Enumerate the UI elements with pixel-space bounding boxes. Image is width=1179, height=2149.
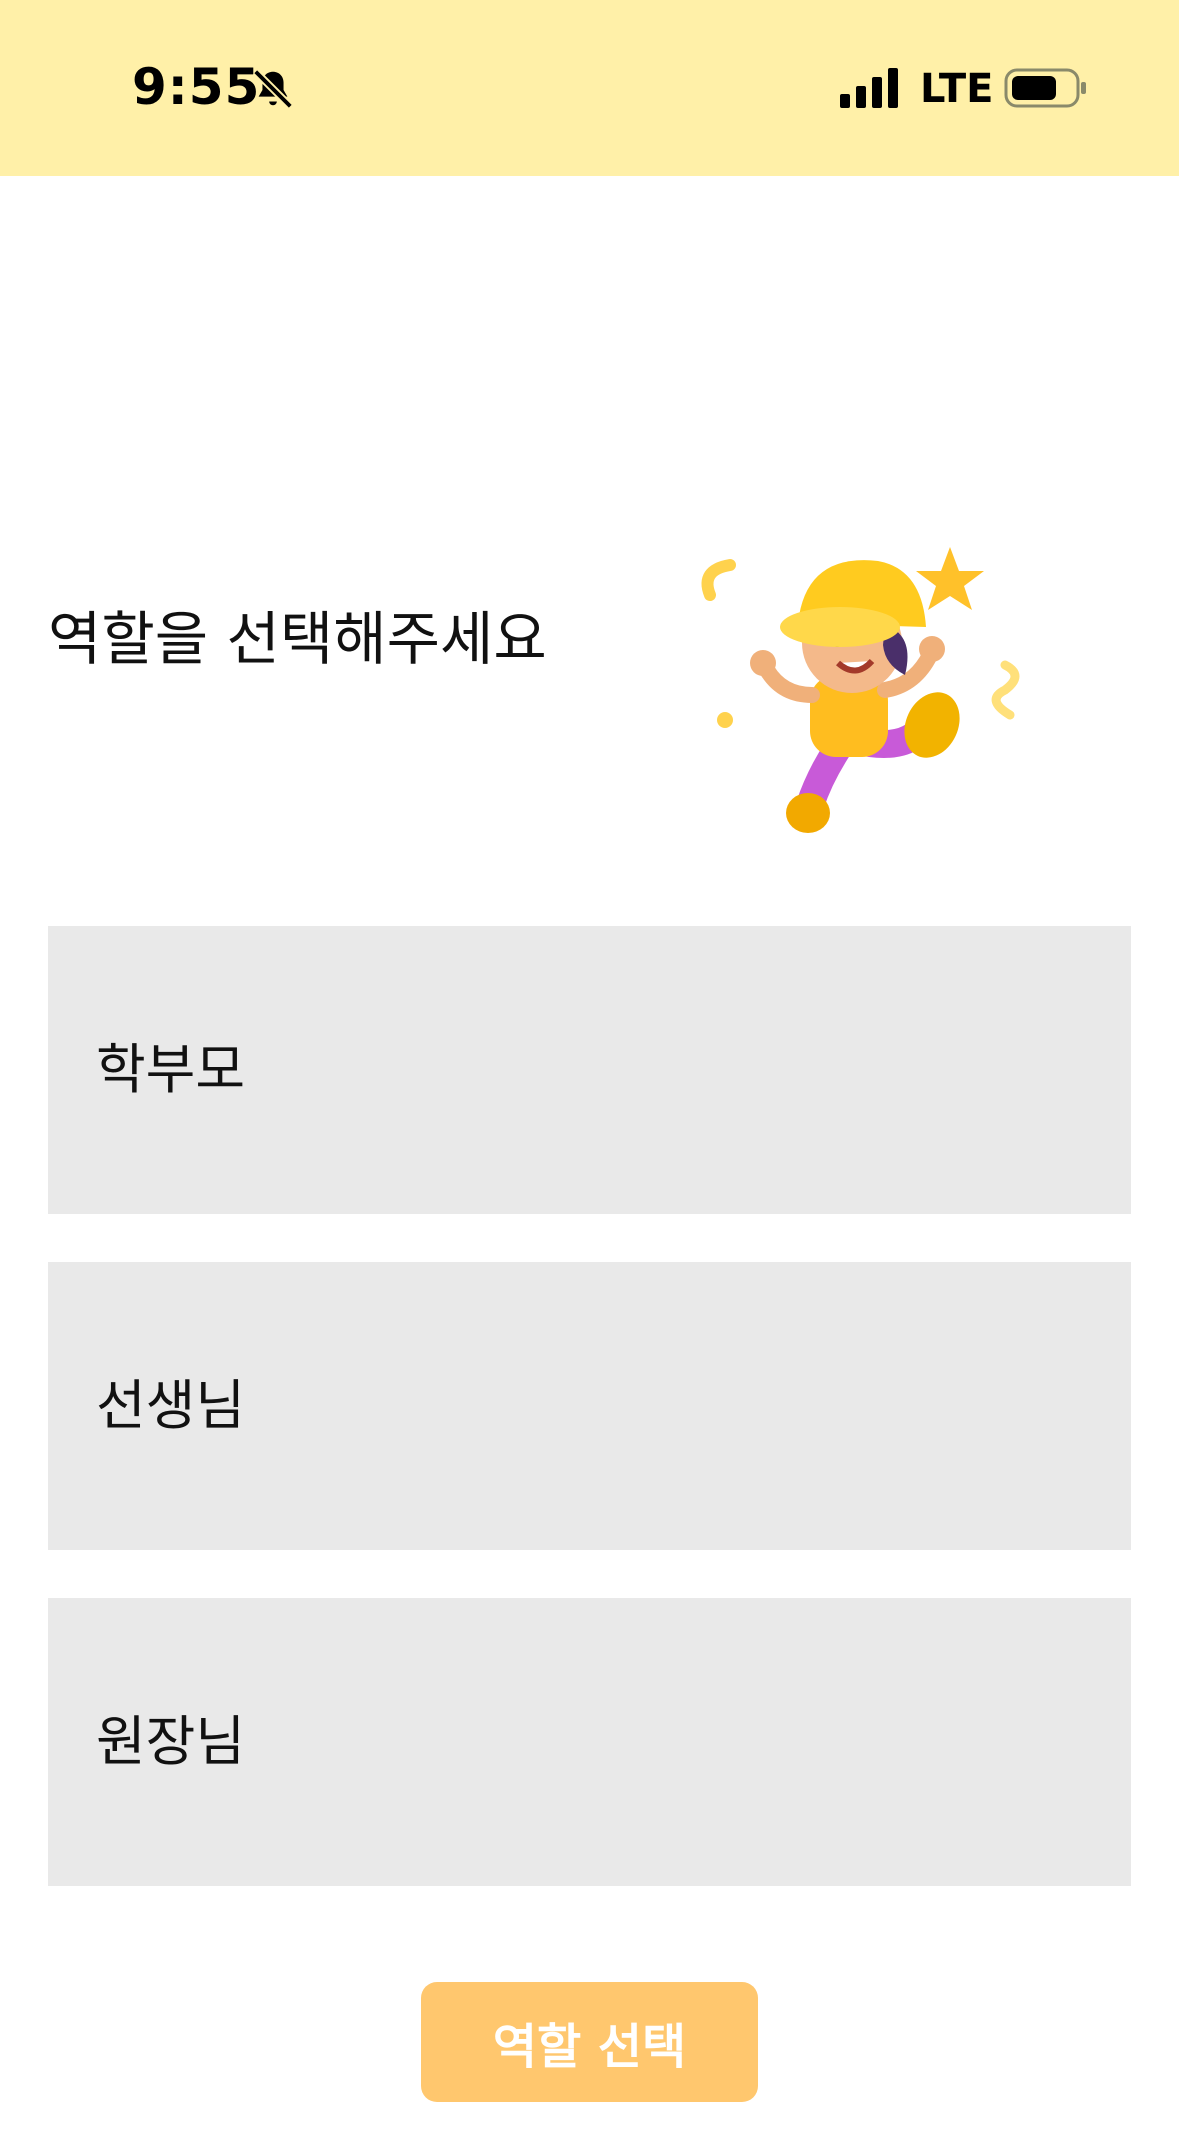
role-option-label: 학부모 xyxy=(96,1038,246,1101)
role-option-label: 원장님 xyxy=(96,1710,246,1773)
role-option-teacher[interactable]: 선생님 xyxy=(48,1262,1131,1550)
network-label: LTE xyxy=(920,66,994,112)
status-time: 9:55 xyxy=(132,58,261,116)
select-role-button[interactable]: 역할 선택 xyxy=(421,1982,758,2102)
status-bar: 9:55 LTE xyxy=(0,0,1179,176)
mascot-illustration xyxy=(701,547,1020,833)
role-option-label: 선생님 xyxy=(96,1374,246,1437)
bell-slash-icon xyxy=(253,69,293,109)
signal-icon xyxy=(840,68,898,108)
battery-icon xyxy=(1004,68,1086,108)
page-title: 역할을 선택해주세요 xyxy=(48,605,547,673)
role-option-director[interactable]: 원장님 xyxy=(48,1598,1131,1886)
role-option-parent[interactable]: 학부모 xyxy=(48,926,1131,1214)
